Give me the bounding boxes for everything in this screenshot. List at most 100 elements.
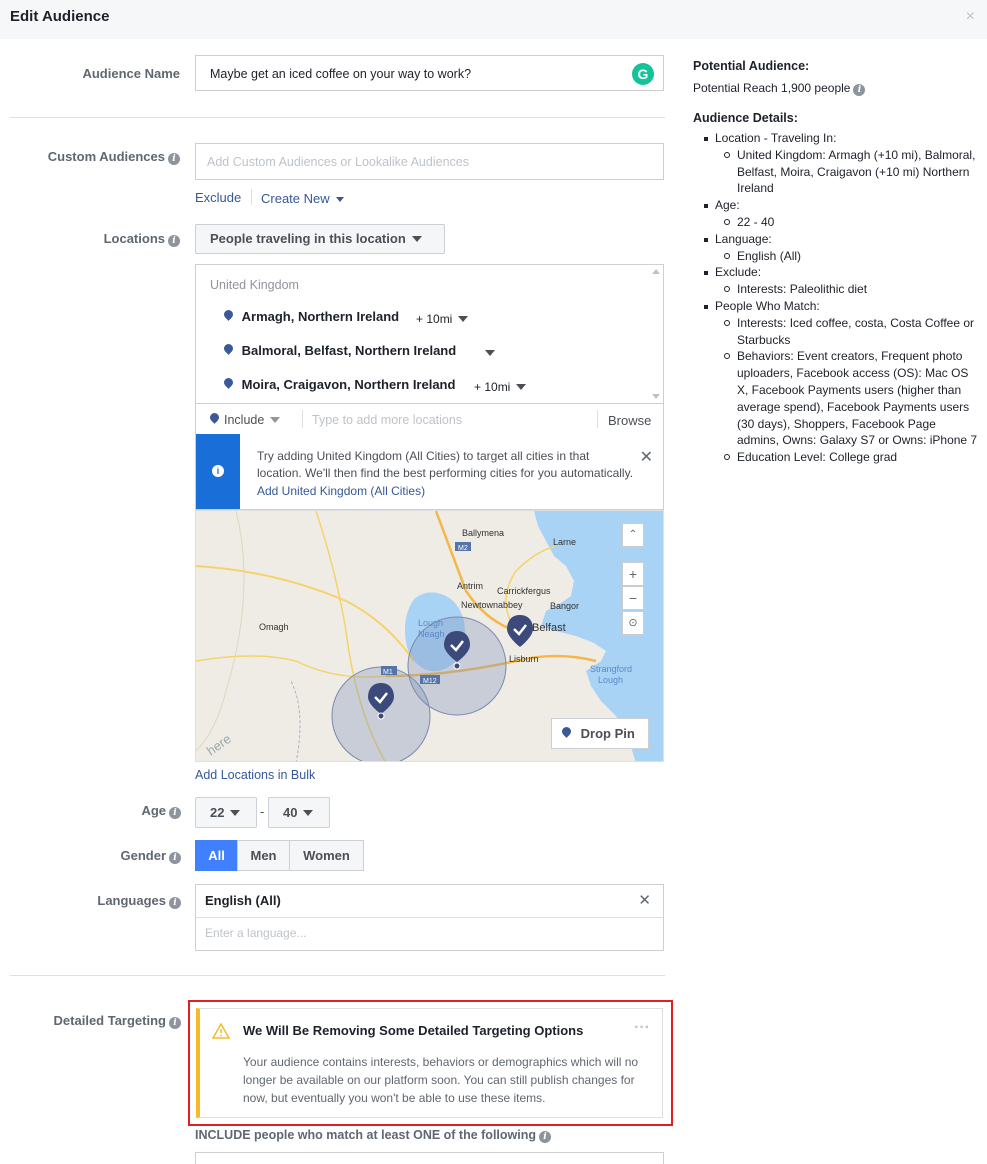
- location-name: Armagh, Northern Ireland: [241, 309, 400, 324]
- info-icon[interactable]: i: [169, 897, 181, 909]
- close-icon[interactable]: ✕: [640, 447, 653, 467]
- suggestion-text: Try adding United Kingdom (All Cities) t…: [257, 449, 634, 498]
- info-icon[interactable]: i: [169, 1017, 181, 1029]
- include-rule-text: INCLUDE people who match at least ONE of…: [195, 1128, 551, 1143]
- map-label: Larne: [553, 537, 576, 547]
- map-label: Strangford: [590, 664, 632, 674]
- info-icon[interactable]: i: [168, 153, 180, 165]
- audience-name-label: Audience Name: [82, 66, 180, 81]
- languages-label: Languages i: [0, 893, 181, 909]
- map-label: Ballymena: [462, 528, 504, 538]
- details-section: Exclude:: [693, 264, 978, 281]
- pin-icon: [224, 378, 233, 390]
- age-max-dropdown[interactable]: 40: [268, 797, 330, 828]
- section-divider: [10, 117, 665, 118]
- map-label: Omagh: [259, 622, 289, 632]
- audience-name-field[interactable]: Maybe get an iced coffee on your way to …: [195, 55, 664, 91]
- map-label: Carrickfergus: [497, 586, 551, 596]
- info-icon[interactable]: i: [169, 852, 181, 864]
- close-icon[interactable]: ×: [966, 8, 975, 26]
- map-collapse-button[interactable]: ⌃: [622, 523, 644, 547]
- location-name: Moira, Craigavon, Northern Ireland: [241, 377, 456, 392]
- custom-audiences-placeholder: Add Custom Audiences or Lookalike Audien…: [207, 155, 469, 169]
- details-section: Age:: [693, 197, 978, 214]
- location-item[interactable]: Moira, Craigavon, Northern Ireland: [224, 377, 456, 392]
- location-list[interactable]: United Kingdom Armagh, Northern Ireland …: [195, 264, 664, 404]
- radius-dropdown[interactable]: + 10mi: [416, 312, 469, 326]
- location-country: United Kingdom: [210, 278, 299, 292]
- location-name: Balmoral, Belfast, Northern Ireland: [241, 343, 457, 358]
- age-separator: -: [260, 804, 265, 819]
- grammarly-icon[interactable]: G: [632, 63, 654, 85]
- recenter-icon[interactable]: ⊙: [622, 611, 644, 635]
- audience-details-title: Audience Details:: [693, 111, 798, 125]
- map-label: Bangor: [550, 601, 579, 611]
- chevron-down-icon: [485, 350, 495, 356]
- info-icon[interactable]: i: [853, 84, 866, 96]
- zoom-in-button[interactable]: +: [622, 562, 644, 586]
- custom-audiences-input[interactable]: Add Custom Audiences or Lookalike Audien…: [195, 143, 664, 180]
- browse-button[interactable]: Browse: [608, 413, 651, 428]
- info-icon[interactable]: i: [168, 235, 180, 247]
- location-map[interactable]: Ballymena Larne Antrim Carrickfergus New…: [195, 510, 664, 762]
- gender-women-button[interactable]: Women: [289, 840, 364, 871]
- pin-icon: [224, 344, 233, 356]
- location-search-input[interactable]: Type to add more locations: [312, 413, 462, 427]
- detailed-targeting-list[interactable]: [195, 1152, 664, 1164]
- warning-body: Your audience contains interests, behavi…: [243, 1055, 639, 1105]
- chevron-down-icon: [411, 236, 422, 242]
- details-section: Location - Traveling In:: [693, 130, 978, 147]
- locations-label: Locations i: [0, 231, 180, 247]
- gender-men-button[interactable]: Men: [237, 840, 290, 871]
- chevron-down-icon: [303, 810, 314, 816]
- details-item: English (All): [693, 248, 978, 265]
- languages-input[interactable]: English (All) ✕ Enter a language...: [195, 884, 664, 951]
- pin-icon: [224, 310, 233, 322]
- location-mode-label: People traveling in this location: [210, 231, 406, 246]
- close-icon[interactable]: ✕: [638, 891, 651, 909]
- map-label: Newtownabbey: [461, 600, 523, 610]
- info-icon[interactable]: i: [169, 807, 181, 819]
- potential-reach: Potential Reach 1,900 people i: [693, 81, 978, 96]
- details-item: Interests: Iced coffee, costa, Costa Cof…: [693, 315, 978, 349]
- custom-audiences-label: Custom Audiences i: [0, 149, 180, 165]
- add-all-cities-link[interactable]: Add United Kingdom (All Cities): [257, 484, 425, 498]
- details-item: Education Level: College grad: [693, 449, 978, 466]
- location-item[interactable]: Balmoral, Belfast, Northern Ireland: [224, 343, 457, 358]
- age-label: Age i: [0, 803, 181, 819]
- radius-dropdown[interactable]: [479, 346, 495, 360]
- potential-audience-title: Potential Audience:: [693, 59, 810, 73]
- exclude-link[interactable]: Exclude: [195, 190, 241, 205]
- location-mode-dropdown[interactable]: People traveling in this location: [195, 224, 445, 254]
- location-add-bar: Include Type to add more locations Brows…: [195, 403, 664, 435]
- zoom-out-button[interactable]: −: [622, 586, 644, 610]
- link-separator: [251, 189, 252, 205]
- map-label: Lough: [418, 618, 443, 628]
- map-label: M1: [383, 669, 393, 676]
- location-item[interactable]: Armagh, Northern Ireland: [224, 309, 399, 324]
- language-token: English (All): [205, 893, 281, 908]
- dialog-header: Edit Audience ×: [0, 0, 987, 39]
- radius-dropdown[interactable]: + 10mi: [474, 380, 527, 394]
- info-icon[interactable]: i: [539, 1131, 551, 1143]
- details-section: Language:: [693, 231, 978, 248]
- chevron-down-icon: [230, 810, 241, 816]
- language-search-input[interactable]: Enter a language...: [205, 926, 306, 940]
- map-label: M12: [423, 678, 437, 685]
- suggestion-box: i Try adding United Kingdom (All Cities)…: [195, 434, 664, 510]
- add-locations-bulk-link[interactable]: Add Locations in Bulk: [195, 768, 315, 782]
- more-options-icon[interactable]: ···: [634, 1019, 650, 1037]
- include-dropdown[interactable]: Include: [210, 413, 281, 427]
- audience-summary-panel: Potential Audience: Potential Reach 1,90…: [693, 59, 978, 466]
- scrollbar[interactable]: [651, 267, 661, 401]
- gender-all-button[interactable]: All: [195, 840, 238, 871]
- drop-pin-button[interactable]: Drop Pin: [551, 718, 649, 749]
- map-label: Lough: [598, 675, 623, 685]
- section-divider: [10, 975, 665, 976]
- create-new-link[interactable]: Create New: [261, 191, 344, 206]
- details-section: People Who Match:: [693, 298, 978, 315]
- details-item: United Kingdom: Armagh (+10 mi), Balmora…: [693, 147, 978, 197]
- map-label: Antrim: [457, 581, 483, 591]
- age-min-dropdown[interactable]: 22: [195, 797, 257, 828]
- warning-box: We Will Be Removing Some Detailed Target…: [196, 1008, 663, 1118]
